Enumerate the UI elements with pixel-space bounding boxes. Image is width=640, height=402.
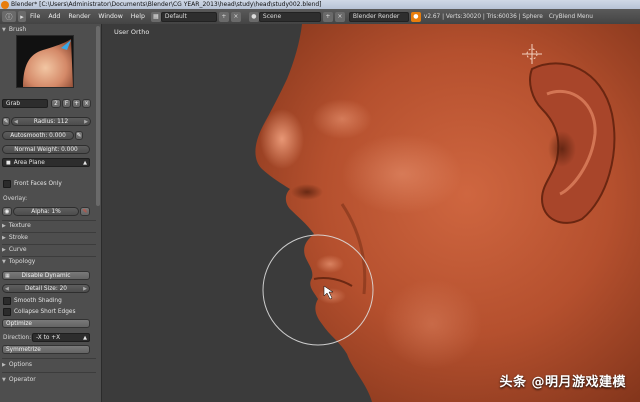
front-faces-only-checkbox[interactable]: Front Faces Only [3, 180, 62, 188]
menu-add[interactable]: Add [44, 13, 64, 20]
window-titlebar: Blender* [C:\Users\Administrator\Documen… [0, 0, 640, 9]
radius-slider[interactable]: ◀ Radius: 112 ▶ [11, 117, 91, 126]
autosmooth-slider[interactable]: Autosmooth: 0.000 [2, 131, 74, 140]
editor-type-icon[interactable]: ⓘ [2, 11, 16, 22]
divider [2, 244, 96, 245]
scene-icon[interactable]: ● [248, 11, 259, 22]
divider [2, 232, 96, 233]
pen-pressure-icon[interactable]: ✎ [2, 117, 10, 126]
smooth-shading-checkbox[interactable]: Smooth Shading [3, 297, 62, 305]
sculpted-head-model [255, 24, 640, 402]
operator-section-header[interactable]: ▼ Operator [2, 376, 36, 383]
area-plane-icon: ■ [6, 159, 11, 166]
detail-size-slider[interactable]: ◀ Detail Size: 20 ▶ [2, 284, 90, 293]
new-brush-button[interactable]: + [72, 99, 81, 108]
stroke-section-header[interactable]: ▶ Stroke [2, 234, 28, 241]
view-label: User Ortho [114, 28, 150, 36]
scene-select[interactable]: Scene [258, 11, 321, 22]
menu-help[interactable]: Help [127, 13, 149, 20]
window-title: Blender* [C:\Users\Administrator\Documen… [11, 1, 322, 8]
menu-render[interactable]: Render [64, 13, 94, 20]
screen-layout-icon[interactable]: ▦ [150, 11, 161, 22]
tool-shelf: ▼ Brush Grab 2 F + × ✎ ◀ Radius: 112 ▶ Aut… [0, 24, 102, 402]
direction-select[interactable]: -X to +X ▲ [32, 333, 90, 342]
overlay-alpha-slider[interactable]: Alpha: 1% [13, 207, 79, 216]
cryblend-menu[interactable]: CryBlend Menu [549, 14, 593, 20]
sculpt-plane-select[interactable]: ■ Area Plane ▲ [2, 158, 90, 167]
watermark: 头条 @明月游戏建模 [499, 375, 626, 390]
3d-viewport[interactable]: User Ortho 头条 @明月游戏建模 [102, 24, 640, 402]
brush-name-field[interactable]: Grab [2, 99, 48, 108]
collapse-short-edges-checkbox[interactable]: Collapse Short Edges [3, 308, 75, 316]
scene-stats: v2.67 | Verts:30020 | Tris:60036 | Spher… [423, 13, 543, 20]
brush-preview[interactable] [16, 35, 74, 88]
divider [2, 358, 96, 359]
expand-triangle-icon: ▼ [2, 26, 6, 33]
dropdown-arrow-icon: ▲ [83, 334, 87, 341]
remove-screen-icon[interactable]: × [230, 11, 241, 22]
dropdown-arrow-icon: ▲ [83, 159, 87, 166]
divider [2, 256, 96, 257]
overlay-label: Overlay: [3, 196, 28, 202]
blender-version-icon: ● [410, 11, 421, 22]
brush-users-count: 2 [51, 99, 61, 108]
add-scene-icon[interactable]: + [322, 11, 333, 22]
menu-window[interactable]: Window [94, 13, 126, 20]
direction-label: Direction: [3, 335, 32, 341]
disable-dynamic-button[interactable]: ▦ Disable Dynamic [2, 271, 90, 280]
options-section-header[interactable]: ▶ Options [2, 361, 32, 368]
texture-section-header[interactable]: ▶ Texture [2, 222, 31, 229]
optimize-button[interactable]: Optimize [2, 319, 90, 328]
overlay-toggle-icon[interactable]: ◉ [2, 207, 12, 216]
menu-file[interactable]: File [26, 13, 44, 20]
brush-section-header[interactable]: ▼ Brush [2, 26, 26, 33]
divider [2, 220, 96, 221]
collapse-menu-icon[interactable]: ▸ [18, 11, 26, 22]
overlay-brush-icon[interactable]: ✎ [80, 207, 90, 216]
unlink-brush-button[interactable]: × [82, 99, 91, 108]
curve-section-header[interactable]: ▶ Curve [2, 246, 27, 253]
render-engine-select[interactable]: Blender Render [348, 11, 409, 22]
fake-user-button[interactable]: F [62, 99, 71, 108]
brush-preview-image [17, 36, 73, 87]
topology-section-header[interactable]: ▼ Topology [2, 258, 35, 265]
autosmooth-pressure-icon[interactable]: ✎ [75, 131, 83, 140]
remove-scene-icon[interactable]: × [334, 11, 345, 22]
add-screen-icon[interactable]: + [218, 11, 229, 22]
symmetrize-button[interactable]: Symmetrize [2, 345, 90, 354]
tool-shelf-scrollbar[interactable] [96, 26, 100, 206]
screen-layout-select[interactable]: Default [160, 11, 217, 22]
blender-logo-icon [1, 0, 9, 9]
divider [2, 372, 96, 373]
info-header: ⓘ ▸ File Add Render Window Help ▦ Defaul… [0, 9, 640, 25]
normal-weight-slider[interactable]: Normal Weight: 0.000 [2, 145, 90, 154]
dynamic-icon: ▦ [5, 272, 10, 279]
